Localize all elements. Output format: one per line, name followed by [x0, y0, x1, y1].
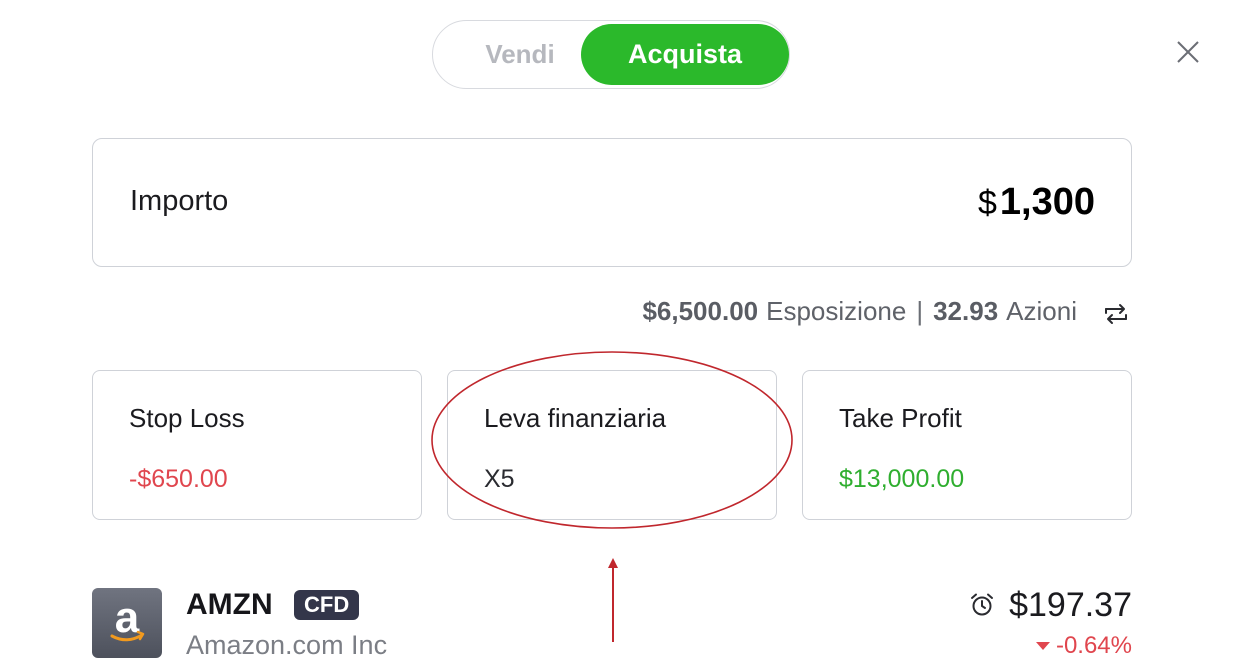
stop-loss-card[interactable]: Stop Loss -$650.00: [92, 370, 422, 520]
annotation-arrow-head: [608, 558, 618, 568]
exposure-value: $6,500.00: [642, 296, 759, 326]
amount-currency: $: [977, 184, 997, 222]
instrument-price: $197.37: [1009, 586, 1132, 624]
exposure-label: Esposizione: [766, 296, 907, 326]
amount-field[interactable]: Importo $ 1,300: [92, 138, 1132, 267]
triangle-down-icon: [1035, 642, 1050, 650]
exposure-summary: $6,500.00 Esposizione | 32.93 Azioni: [642, 296, 1077, 327]
leverage-value: X5: [484, 465, 515, 493]
instrument-ticker: AMZN: [186, 588, 273, 621]
stop-loss-value: -$650.00: [129, 465, 228, 493]
take-profit-card[interactable]: Take Profit $13,000.00: [802, 370, 1132, 520]
swap-icon[interactable]: [1102, 300, 1130, 328]
amazon-logo: a: [92, 588, 162, 658]
price-change-value: -0.64%: [1055, 632, 1132, 659]
alarm-clock-icon[interactable]: [968, 591, 996, 619]
shares-label: Azioni: [1006, 296, 1077, 326]
buy-option[interactable]: Acquista: [581, 24, 789, 85]
take-profit-title: Take Profit: [839, 403, 962, 433]
amount-label: Importo: [130, 185, 229, 217]
instrument-company: Amazon.com Inc: [186, 630, 388, 660]
buy-sell-toggle[interactable]: Vendi Acquista: [432, 20, 790, 89]
take-profit-value: $13,000.00: [839, 465, 965, 493]
leverage-title: Leva finanziaria: [484, 403, 667, 433]
amount-value[interactable]: $ 1,300: [978, 181, 1095, 224]
exposure-separator: |: [916, 296, 924, 326]
amazon-smile-icon: [110, 630, 145, 642]
trade-dialog: Vendi Acquista Importo $ 1,300 $6,500.00…: [0, 0, 1238, 666]
annotation-overlay: [431, 351, 793, 642]
stop-loss-title: Stop Loss: [129, 403, 245, 433]
shares-value: 32.93: [933, 296, 999, 326]
leverage-card[interactable]: Leva finanziaria X5: [447, 370, 777, 520]
instrument-type-badge: CFD: [294, 590, 360, 620]
price-change: -0.64%: [1035, 632, 1132, 660]
close-icon[interactable]: [1172, 36, 1204, 68]
amount-number[interactable]: 1,300: [1000, 181, 1095, 224]
